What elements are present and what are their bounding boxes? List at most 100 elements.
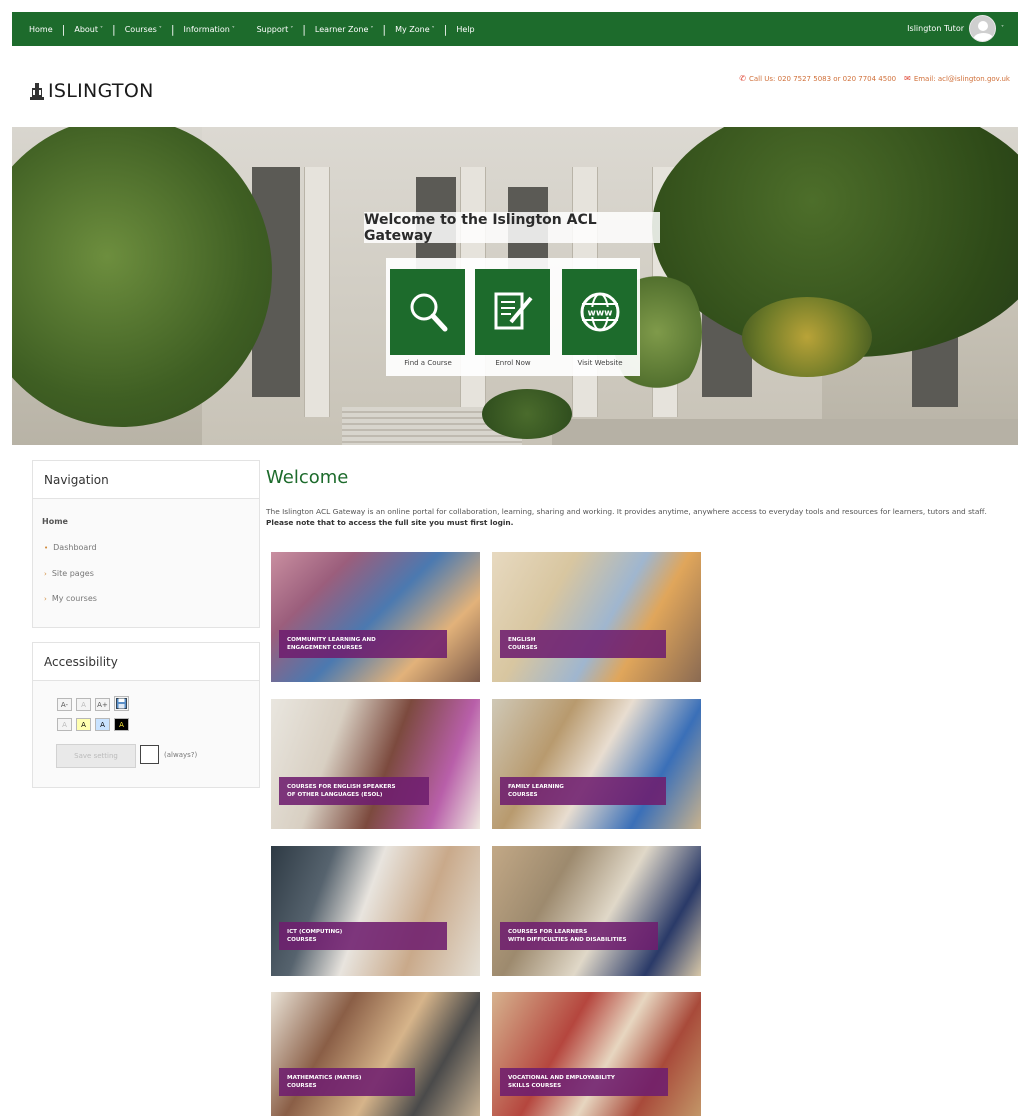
course-label-band: Courses for Learners with Difficulties an…: [500, 922, 658, 950]
always-label: (always?): [164, 751, 198, 759]
course-label-band: Courses for English Speakers of Other Lan…: [279, 777, 429, 805]
nav-block-my-courses[interactable]: › My courses: [44, 594, 97, 603]
course-card-ict[interactable]: ICT (Computing) Courses: [271, 846, 480, 976]
course-photo: [492, 846, 701, 976]
floppy-disk-icon: [116, 698, 127, 709]
course-title-line2: Courses: [287, 937, 317, 943]
course-title-line2: Courses: [287, 1083, 317, 1089]
nav-support[interactable]: Support ˅: [257, 25, 294, 34]
nav-my-zone-label: My Zone: [395, 24, 430, 34]
course-title-line2: Courses: [508, 645, 538, 651]
decrease-font-button[interactable]: A-: [57, 698, 72, 711]
nav-about[interactable]: About ˅: [74, 25, 103, 34]
nav-about-label: About: [74, 24, 98, 34]
accessibility-title: Accessibility: [33, 643, 259, 681]
chevron-down-icon: ˅: [158, 25, 162, 33]
course-label-band: Community Learning and Engagement Courses: [279, 630, 447, 658]
color-blue-button[interactable]: A: [95, 718, 110, 731]
course-photo: [271, 552, 480, 682]
nav-courses[interactable]: Courses ˅: [125, 25, 162, 34]
color-default-button[interactable]: A: [57, 718, 72, 731]
nav-help[interactable]: Help: [456, 25, 474, 34]
course-card-community[interactable]: Community Learning and Engagement Courses: [271, 552, 480, 682]
nav-home[interactable]: Home: [29, 25, 53, 34]
chevron-down-icon: ˅: [231, 25, 235, 33]
nav-help-label: Help: [456, 24, 475, 34]
visit-website-label[interactable]: Visit Website: [560, 359, 640, 367]
crest-icon: [30, 83, 44, 100]
course-title-line1: Community Learning and: [287, 637, 376, 643]
magnifier-icon: [410, 293, 447, 332]
color-yellow-button[interactable]: A: [76, 718, 91, 731]
course-title-line1: English: [508, 637, 536, 643]
course-title-line1: Mathematics (Maths): [287, 1075, 362, 1081]
user-name: Islington Tutor: [907, 24, 964, 33]
intro-login-note: Please note that to access the full site…: [266, 518, 514, 527]
enrol-now-tile[interactable]: [475, 269, 550, 355]
nav-learner-zone[interactable]: Learner Zone ˅: [315, 25, 373, 34]
course-card-english[interactable]: English Courses: [492, 552, 701, 682]
nav-block-home[interactable]: Home: [42, 517, 68, 526]
course-photo: [271, 699, 480, 829]
intro-text: The Islington ACL Gateway is an online p…: [266, 507, 987, 516]
edit-form-icon: [494, 292, 533, 330]
course-card-esol[interactable]: Courses for English Speakers of Other Lan…: [271, 699, 480, 829]
nav-block-my-courses-label: My courses: [51, 594, 97, 603]
visit-website-tile[interactable]: www: [562, 269, 637, 355]
find-course-tile[interactable]: [390, 269, 465, 355]
email-link[interactable]: Email: acl@islington.gov.uk: [914, 75, 1010, 83]
page-title: Welcome: [266, 467, 349, 488]
chevron-down-icon: ˅: [1001, 25, 1004, 32]
course-label-band: ICT (Computing) Courses: [279, 922, 447, 950]
course-title-line1: Vocational and Employability: [508, 1075, 615, 1081]
contact-info: ✆ Call Us: 020 7527 5083 or 020 7704 450…: [739, 74, 1010, 83]
chevron-right-icon: ›: [44, 569, 47, 578]
course-photo: [271, 992, 480, 1116]
nav-block-dashboard[interactable]: • Dashboard: [44, 543, 97, 552]
always-checkbox[interactable]: [140, 745, 159, 764]
chevron-down-icon: ˅: [290, 25, 294, 33]
save-settings-icon[interactable]: [114, 696, 129, 711]
avatar: [969, 15, 996, 42]
course-title-line1: Family Learning: [508, 784, 564, 790]
course-title-line2: with Difficulties and Disabilities: [508, 937, 627, 943]
enrol-now-label[interactable]: Enrol Now: [473, 359, 553, 367]
course-card-difficulties[interactable]: Courses for Learners with Difficulties an…: [492, 846, 701, 976]
nav-block-site-pages-label: Site pages: [51, 569, 94, 578]
nav-block-site-pages[interactable]: › Site pages: [44, 569, 94, 578]
nav-separator: |: [170, 22, 175, 36]
course-photo: [271, 846, 480, 976]
color-black-button[interactable]: A: [114, 718, 129, 731]
course-title-line2: of Other Languages (ESOL): [287, 792, 383, 798]
nav-support-label: Support: [256, 24, 289, 34]
course-title-line2: Courses: [508, 792, 538, 798]
svg-text:www: www: [587, 309, 612, 319]
nav-home-label: Home: [29, 24, 53, 34]
nav-separator: |: [382, 22, 387, 36]
chevron-down-icon: ˅: [370, 25, 374, 33]
course-card-maths[interactable]: Mathematics (Maths) Courses: [271, 992, 480, 1116]
bullet-icon: •: [44, 543, 49, 552]
nav-my-zone[interactable]: My Zone ˅: [395, 25, 435, 34]
course-title-line1: ICT (Computing): [287, 929, 343, 935]
user-menu[interactable]: Islington Tutor ˅: [907, 15, 1004, 42]
reset-font-button[interactable]: A: [76, 698, 91, 711]
nav-courses-label: Courses: [124, 24, 157, 34]
course-photo: [492, 992, 701, 1116]
nav-learner-zone-label: Learner Zone: [314, 24, 369, 34]
nav-separator: |: [61, 22, 66, 36]
phone-text: Call Us: 020 7527 5083 or 020 7704 4500: [748, 74, 897, 83]
site-logo[interactable]: ISLINGTON: [30, 80, 154, 102]
find-course-label[interactable]: Find a Course: [388, 359, 468, 367]
hero-title: Welcome to the Islington ACL Gateway: [364, 212, 660, 244]
course-card-vocational[interactable]: Vocational and Employability Skills Cours…: [492, 992, 701, 1116]
course-title-line2: Skills Courses: [508, 1083, 562, 1089]
nav-information-label: Information: [183, 24, 230, 34]
nav-information[interactable]: Information ˅: [184, 25, 235, 34]
save-setting-button[interactable]: Save setting: [56, 744, 136, 768]
phone-icon: ✆: [739, 74, 746, 83]
course-card-family[interactable]: Family Learning Courses: [492, 699, 701, 829]
envelope-icon: ✉: [904, 74, 911, 83]
increase-font-button[interactable]: A+: [95, 698, 110, 711]
chevron-down-icon: ˅: [431, 25, 435, 33]
